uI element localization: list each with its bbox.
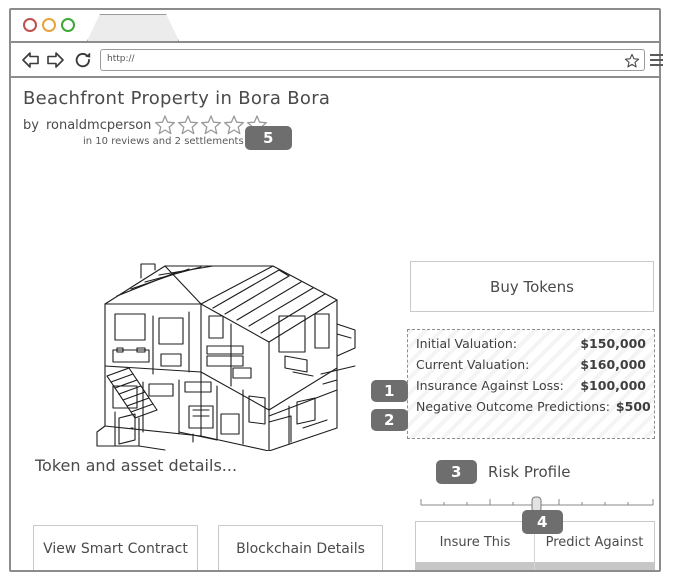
url-text: http://	[107, 54, 135, 64]
blockchain-details-button[interactable]: Blockchain Details	[218, 525, 383, 570]
browser-tab[interactable]	[87, 14, 179, 41]
annotation-badge-3: 3	[436, 460, 477, 484]
valuation-amount: $160,000	[580, 357, 646, 372]
reviews-summary: in 10 reviews and 2 settlements	[83, 136, 244, 147]
forward-arrow-icon[interactable]	[45, 50, 65, 70]
annotation-badge-5: 5	[245, 126, 292, 150]
valuation-amount: $500	[615, 399, 651, 414]
valuation-row: Insurance Against Loss: $100,000	[416, 378, 646, 393]
star-icon[interactable]	[177, 114, 199, 136]
byline-prefix: by	[23, 118, 39, 133]
valuation-label: Insurance Against Loss:	[416, 378, 564, 393]
buy-tokens-button[interactable]: Buy Tokens	[410, 261, 654, 312]
table-cell-insure-this: Insurance conditions and pre-defined ter…	[416, 562, 535, 570]
maximize-window-button[interactable]	[61, 18, 75, 32]
valuation-amount: $150,000	[580, 336, 646, 351]
risk-profile-label: Risk Profile	[488, 463, 571, 481]
valuation-row: Current Valuation: $160,000	[416, 357, 646, 372]
table-cell-predict-against: Current returns per down prediction in t…	[535, 562, 654, 570]
valuation-label: Initial Valuation:	[416, 336, 518, 351]
close-window-button[interactable]	[23, 18, 37, 32]
star-icon[interactable]	[223, 114, 245, 136]
valuation-panel: Initial Valuation: $150,000 Current Valu…	[407, 329, 655, 439]
back-arrow-icon[interactable]	[21, 50, 41, 70]
table-header-insure-this[interactable]: Insure This	[416, 522, 535, 562]
valuation-row: Negative Outcome Predictions: $500	[416, 399, 651, 414]
browser-titlebar	[11, 10, 659, 43]
url-bar[interactable]: http://	[100, 49, 645, 71]
star-icon[interactable]	[154, 114, 176, 136]
star-icon[interactable]	[200, 114, 222, 136]
annotation-badge-4: 4	[522, 510, 563, 534]
star-icon[interactable]	[624, 53, 640, 73]
hamburger-menu-icon[interactable]	[650, 54, 663, 69]
reload-icon[interactable]	[73, 50, 93, 70]
view-smart-contract-button[interactable]: View Smart Contract	[33, 525, 198, 570]
browser-window: http:// Beachfront Property in Bora Bora…	[9, 8, 663, 572]
page-content: Beachfront Property in Bora Bora by ronal…	[11, 78, 659, 570]
author-name[interactable]: ronaldmcperson	[46, 118, 151, 133]
token-details-label: Token and asset details...	[35, 456, 238, 475]
annotation-badge-2: 2	[371, 409, 408, 431]
byline: by ronaldmcperson	[23, 118, 151, 133]
app-screen: http:// Beachfront Property in Bora Bora…	[0, 0, 679, 587]
page-title: Beachfront Property in Bora Bora	[23, 88, 331, 109]
browser-navbar: http://	[11, 43, 663, 78]
table-body-row: Insurance conditions and pre-defined ter…	[416, 562, 654, 570]
window-controls	[23, 18, 75, 32]
annotation-badge-1: 1	[371, 380, 408, 402]
valuation-row: Initial Valuation: $150,000	[416, 336, 646, 351]
cutaway-house-illustration	[93, 256, 359, 451]
valuation-label: Negative Outcome Predictions:	[416, 399, 610, 414]
minimize-window-button[interactable]	[42, 18, 56, 32]
valuation-label: Current Valuation:	[416, 357, 530, 372]
valuation-amount: $100,000	[580, 378, 646, 393]
